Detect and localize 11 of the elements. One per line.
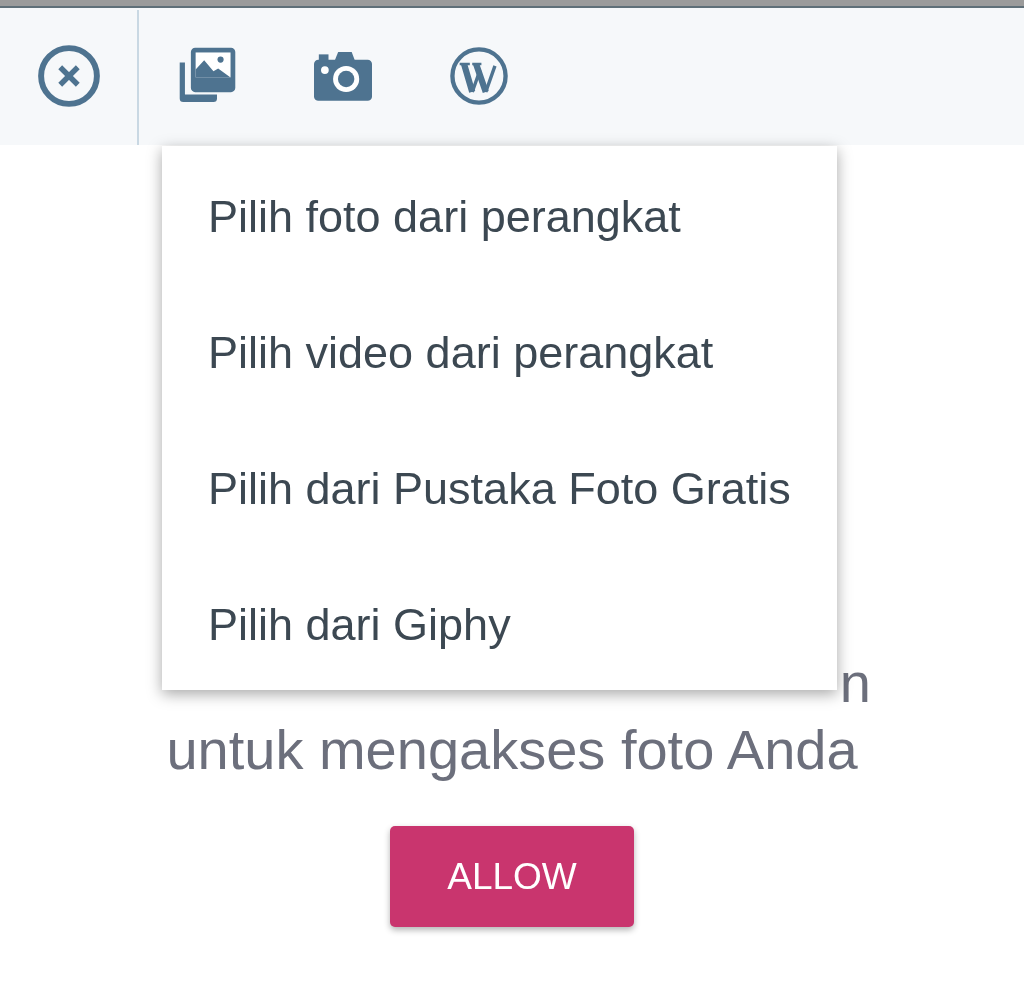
permission-message: untuk mengakses foto Anda (165, 717, 859, 783)
permission-message-fragment: n (839, 650, 871, 716)
allow-button[interactable]: ALLOW (390, 826, 634, 927)
menu-item[interactable]: Pilih video dari perangkat (162, 285, 837, 421)
camera-icon (314, 50, 372, 101)
close-icon (37, 44, 100, 107)
image-stack-icon (178, 47, 236, 104)
menu-item[interactable]: Pilih dari Pustaka Foto Gratis (162, 421, 837, 557)
menu-item[interactable]: Pilih foto dari perangkat (162, 149, 837, 285)
menu-item[interactable]: Pilih dari Giphy (162, 557, 837, 690)
w-logo-icon (450, 46, 508, 105)
